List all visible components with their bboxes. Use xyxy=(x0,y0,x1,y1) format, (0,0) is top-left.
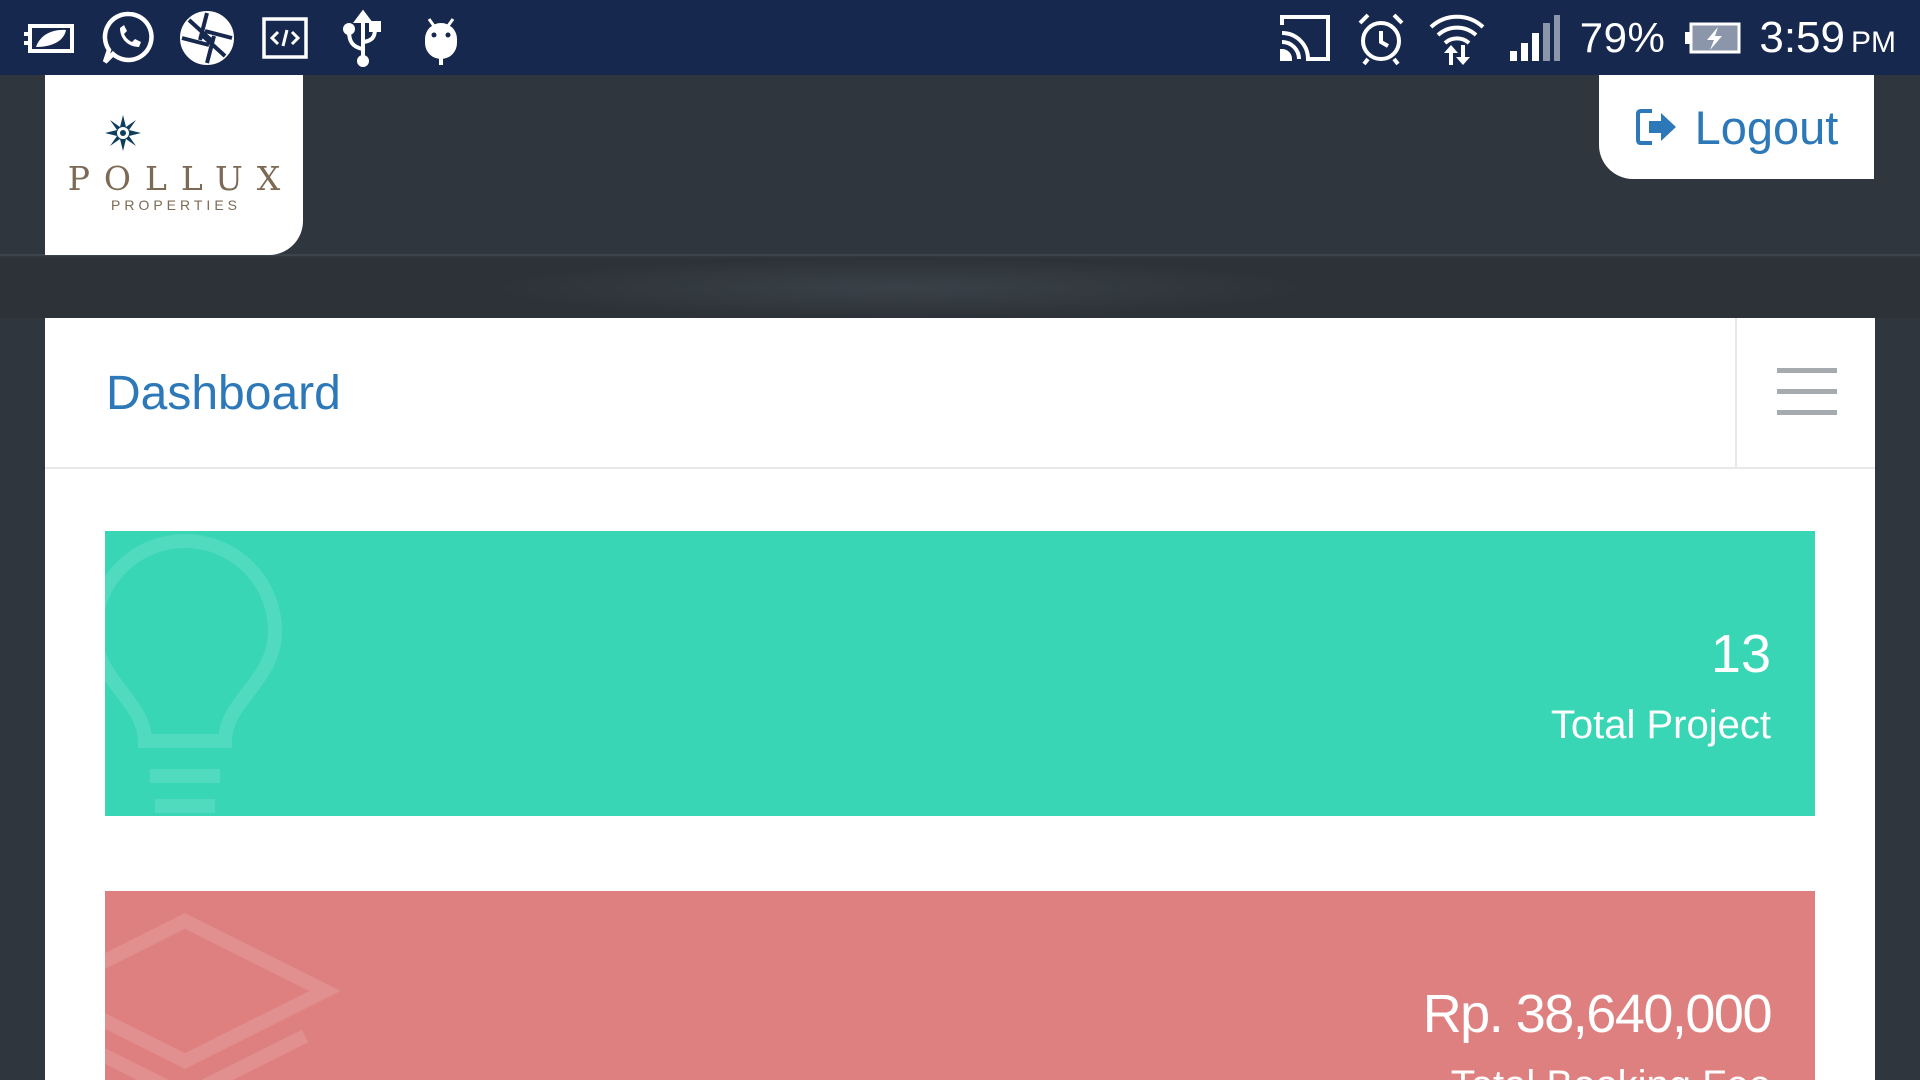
background-shade xyxy=(480,258,1320,318)
app-header: POLLUX PROPERTIES Logout xyxy=(0,75,1920,256)
brand-subtitle: PROPERTIES xyxy=(111,197,241,213)
star-logo-icon xyxy=(105,115,141,151)
hamburger-menu-icon-line xyxy=(1777,389,1837,394)
lightbulb-icon xyxy=(105,534,283,813)
system-indicators: 79% 3:59 PM xyxy=(1276,6,1896,70)
page-title: Dashboard xyxy=(106,367,341,420)
alarm-icon xyxy=(1352,9,1410,67)
clock-time: 3:59 xyxy=(1759,13,1845,62)
battery-saver-icon xyxy=(22,9,80,67)
header-background-strip xyxy=(0,258,1920,318)
logout-label: Logout xyxy=(1694,100,1839,154)
total-project-value: 13 xyxy=(1710,624,1771,684)
sign-out-icon xyxy=(1635,109,1676,145)
total-project-card[interactable]: 13 Total Project xyxy=(105,531,1815,816)
cast-icon xyxy=(1276,9,1334,67)
whatsapp-icon xyxy=(100,9,158,67)
total-booking-fee-card[interactable]: Rp. 38,640,000 Total Booking Fee xyxy=(105,891,1815,1080)
total-booking-fee-label: Total Booking Fee xyxy=(1451,1063,1771,1080)
layers-icon xyxy=(105,913,341,1080)
total-booking-fee-value: Rp. 38,640,000 xyxy=(1422,984,1773,1044)
brand-logo[interactable]: POLLUX PROPERTIES xyxy=(45,75,303,255)
logout-button[interactable]: Logout xyxy=(1599,75,1874,179)
hamburger-menu-button[interactable] xyxy=(1735,318,1875,469)
code-tag-icon xyxy=(256,9,314,67)
battery-charging-icon xyxy=(1683,9,1741,67)
notification-icons xyxy=(22,6,470,70)
android-debug-icon xyxy=(412,9,470,67)
wifi-icon xyxy=(1428,9,1486,67)
hamburger-menu-icon-line xyxy=(1777,368,1837,373)
hamburger-menu-icon-line xyxy=(1777,410,1837,415)
dashboard-panel: Dashboard 13 Total Project Rp. 38,640,00… xyxy=(45,318,1875,1080)
usb-icon xyxy=(334,9,392,67)
status-bar: 79% 3:59 PM xyxy=(0,0,1920,75)
panel-header: Dashboard xyxy=(45,318,1875,469)
clock: 3:59 PM xyxy=(1759,13,1896,63)
camera-aperture-icon xyxy=(178,9,236,67)
clock-period: PM xyxy=(1851,26,1896,59)
total-project-label: Total Project xyxy=(1550,703,1771,747)
battery-percent: 79% xyxy=(1579,14,1666,61)
brand-name: POLLUX xyxy=(67,159,295,198)
signal-icon xyxy=(1504,9,1562,67)
